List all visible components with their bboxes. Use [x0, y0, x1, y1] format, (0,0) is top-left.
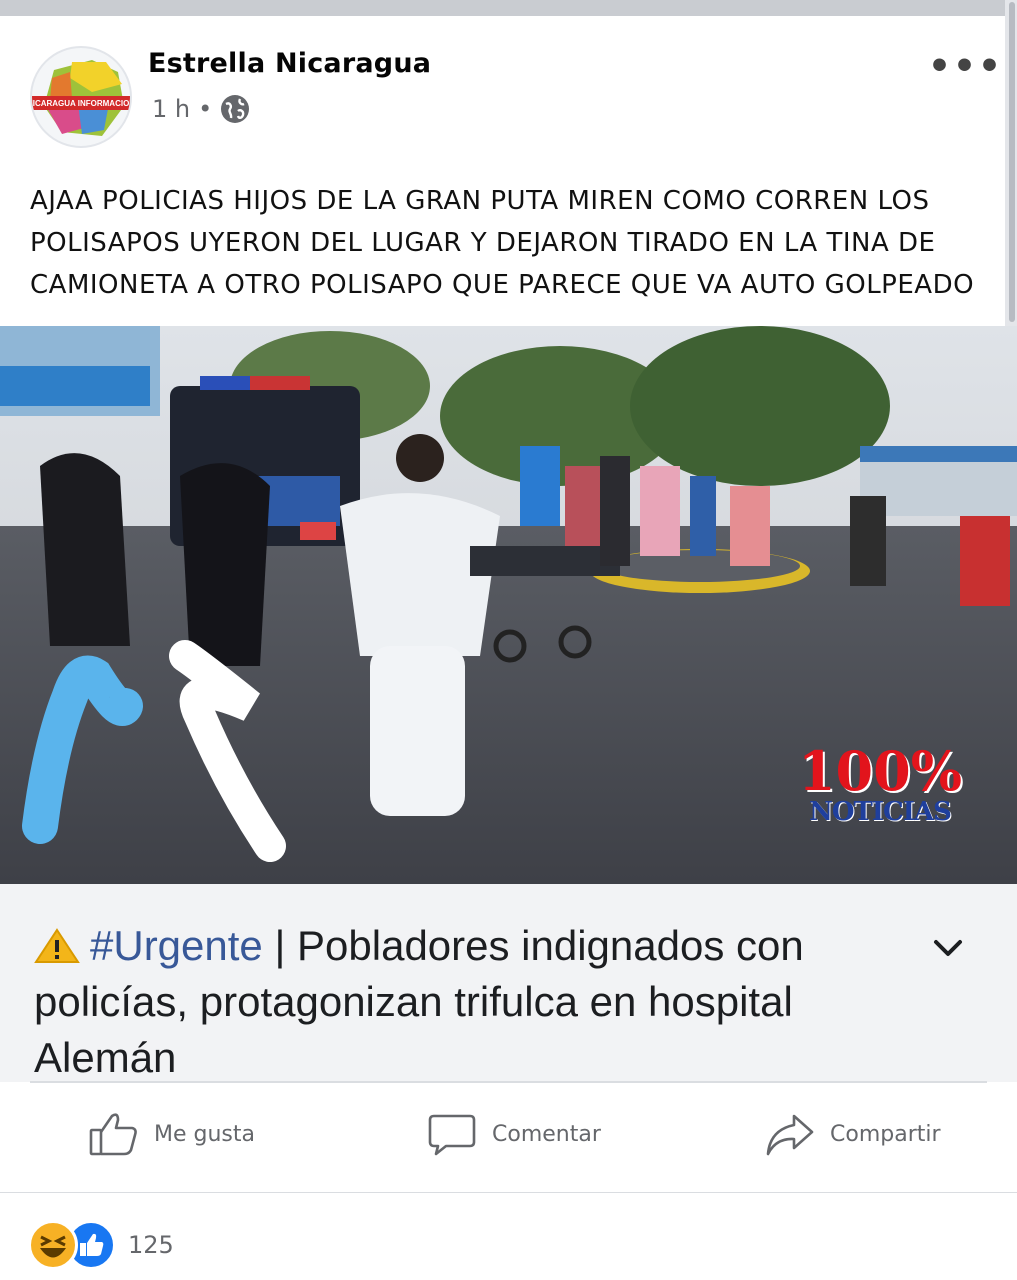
share-label: Compartir: [830, 1121, 941, 1147]
avatar-label: NICARAGUA INFORMACION: [32, 99, 130, 108]
news-watermark: 100% NOTICIAS: [790, 744, 970, 826]
like-button[interactable]: Me gusta: [88, 1108, 255, 1160]
post-time[interactable]: 1 h: [152, 95, 190, 123]
link-headline[interactable]: #Urgente | Pobladores indignados con pol…: [34, 918, 914, 1086]
meta-separator: •: [198, 95, 213, 123]
comment-icon: [428, 1114, 476, 1156]
page-avatar[interactable]: NICARAGUA INFORMACION: [30, 46, 132, 148]
comment-button[interactable]: Comentar: [426, 1108, 601, 1160]
more-options-button[interactable]: •••: [928, 46, 1003, 87]
watermark-bottom: NOTICIAS: [809, 797, 952, 827]
scrollbar[interactable]: [1005, 0, 1017, 330]
haha-reaction-icon: [28, 1220, 78, 1270]
warning-icon: [34, 928, 80, 963]
scrollbar-thumb[interactable]: [1009, 2, 1015, 322]
like-label: Me gusta: [154, 1121, 255, 1147]
share-button[interactable]: Compartir: [764, 1108, 941, 1160]
reaction-count[interactable]: 125: [128, 1231, 174, 1259]
nicaragua-map-logo: NICARAGUA INFORMACION: [32, 60, 130, 136]
reaction-summary[interactable]: 125: [28, 1220, 174, 1270]
page-name[interactable]: Estrella Nicaragua: [148, 48, 431, 79]
actions-divider: [0, 1192, 1017, 1193]
watermark-top: 100%: [797, 739, 963, 803]
post-meta: 1 h •: [152, 94, 250, 124]
globe-icon[interactable]: [220, 94, 250, 124]
top-bar: [0, 0, 1017, 16]
hashtag-link[interactable]: #Urgente: [90, 922, 263, 969]
share-icon: [766, 1114, 814, 1156]
chevron-down-icon[interactable]: [930, 930, 966, 966]
post-text: AJAA POLICIAS HIJOS DE LA GRAN PUTA MIRE…: [30, 186, 975, 300]
comment-label: Comentar: [492, 1121, 601, 1147]
thumbs-up-icon: [89, 1113, 137, 1156]
divider: [30, 1081, 987, 1083]
